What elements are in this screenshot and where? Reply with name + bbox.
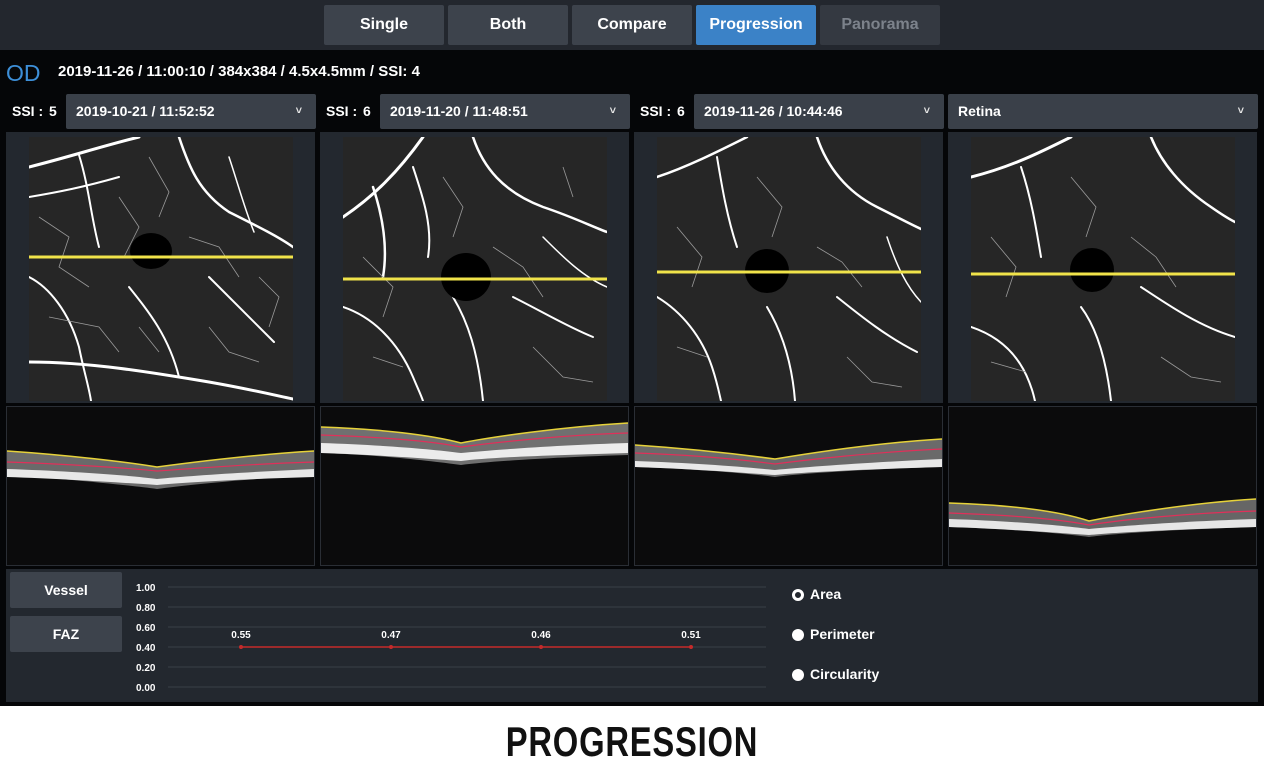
tab-progression[interactable]: Progression (696, 5, 816, 45)
bscan-panel-3 (634, 406, 943, 566)
bscan-panel-2 (320, 406, 629, 566)
bscan-image-2 (320, 407, 629, 565)
angiography-image-2[interactable] (343, 137, 607, 401)
layer-select-value: Retina (958, 103, 1001, 119)
y-tick-label: 0.20 (136, 663, 156, 674)
visit-date-select-2[interactable]: 2019-11-20 / 11:48:51 ˅ (380, 94, 630, 129)
scan-info: 2019-11-26 / 11:00:10 / 384x384 / 4.5x4.… (58, 63, 420, 80)
layer-select[interactable]: Retina ˅ (948, 94, 1258, 129)
bscan-image-3 (634, 407, 943, 565)
angiography-image-4[interactable] (971, 137, 1235, 401)
bscan-image-4 (948, 407, 1257, 565)
y-tick-label: 0.00 (136, 683, 156, 694)
data-label: 0.46 (531, 630, 551, 641)
radio-icon (792, 669, 804, 681)
angiography-image-1[interactable] (29, 137, 293, 401)
chevron-down-icon: ˅ (609, 105, 616, 117)
faz-button[interactable]: FAZ (10, 616, 122, 652)
caption-title: PROGRESSION (505, 718, 759, 765)
visit-date-1: 2019-10-21 / 11:52:52 (76, 103, 215, 119)
tab-compare[interactable]: Compare (572, 5, 692, 45)
visit-date-2: 2019-11-20 / 11:48:51 (390, 103, 528, 119)
data-label: 0.51 (681, 630, 701, 641)
option-perimeter-label: Perimeter (810, 626, 875, 642)
radio-icon (792, 629, 804, 641)
data-point[interactable] (539, 645, 543, 649)
tab-panorama: Panorama (820, 5, 940, 45)
tab-both[interactable]: Both (448, 5, 568, 45)
tab-single[interactable]: Single (324, 5, 444, 45)
option-circularity-label: Circularity (810, 666, 880, 682)
y-tick-label: 0.60 (136, 623, 156, 634)
radio-icon (792, 589, 804, 601)
data-point[interactable] (239, 645, 243, 649)
angiography-image-3[interactable] (657, 137, 921, 401)
ssi-value-3: 6 (677, 103, 685, 119)
metrics-panel: Vessel FAZ 1.00 0.80 0.60 0.40 0.20 0.00 0.55… (6, 569, 1258, 702)
visit-date-3: 2019-11-26 / 10:44:46 (704, 103, 843, 119)
chevron-down-icon: ˅ (923, 105, 930, 117)
data-label: 0.55 (231, 630, 251, 641)
y-tick-label: 0.40 (136, 643, 156, 654)
data-point[interactable] (389, 645, 393, 649)
progression-chart: 1.00 0.80 0.60 0.40 0.20 0.00 0.55 0.47 0.46 0.5… (136, 583, 766, 694)
ssi-value-2: 6 (363, 103, 371, 119)
bscan-panel-1 (6, 406, 315, 566)
ssi-label-2: SSI : (326, 103, 358, 119)
angio-panel-1 (6, 132, 315, 403)
visit-date-select-3[interactable]: 2019-11-26 / 10:44:46 ˅ (694, 94, 944, 129)
chevron-down-icon: ˅ (1237, 105, 1244, 117)
app-window: Single Both Compare Progression Panorama… (0, 0, 1264, 706)
bscan-image-1 (6, 407, 315, 565)
visit-date-select-1[interactable]: 2019-10-21 / 11:52:52 ˅ (66, 94, 316, 129)
vessel-button[interactable]: Vessel (10, 572, 122, 608)
angio-panel-3 (634, 132, 943, 403)
eye-label: OD (6, 60, 41, 86)
y-tick-label: 1.00 (136, 583, 156, 594)
ssi-value-1: 5 (49, 103, 57, 119)
data-label: 0.47 (381, 630, 401, 641)
ssi-label-3: SSI : (640, 103, 672, 119)
data-point[interactable] (689, 645, 693, 649)
chevron-down-icon: ˅ (295, 105, 302, 117)
ssi-label-1: SSI : (12, 103, 44, 119)
y-tick-label: 0.80 (136, 603, 156, 614)
bscan-panel-4 (948, 406, 1257, 566)
view-tab-bar: Single Both Compare Progression Panorama (0, 0, 1264, 50)
angio-panel-2 (320, 132, 629, 403)
angio-panel-4 (948, 132, 1257, 403)
option-area-label: Area (810, 586, 842, 602)
